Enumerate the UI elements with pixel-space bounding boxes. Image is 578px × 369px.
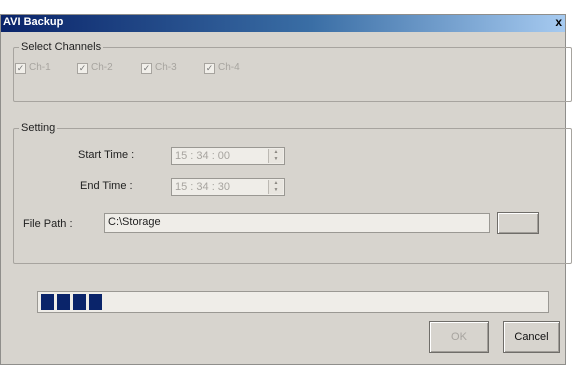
progress-fill xyxy=(41,294,102,310)
progress-segment xyxy=(89,294,102,310)
progress-segment xyxy=(41,294,54,310)
channel-label: Ch-2 xyxy=(91,62,113,73)
progress-segment xyxy=(57,294,70,310)
file-path-value: C:\Storage xyxy=(108,216,161,228)
ok-button[interactable]: OK xyxy=(429,321,489,353)
browse-button[interactable] xyxy=(497,212,539,234)
channel-ch2-checkbox[interactable]: ✓ Ch-2 xyxy=(77,62,113,74)
checkmark-icon: ✓ xyxy=(15,63,26,74)
channel-ch4-checkbox[interactable]: ✓ Ch-4 xyxy=(204,62,240,74)
close-button[interactable]: x xyxy=(555,15,562,29)
channel-label: Ch-1 xyxy=(29,62,51,73)
spin-updown-icon[interactable]: ▲ ▼ xyxy=(268,180,283,194)
file-path-input[interactable]: C:\Storage xyxy=(104,213,490,233)
start-time-input[interactable]: 15 : 34 : 00 ▲ ▼ xyxy=(171,147,285,165)
checkmark-icon: ✓ xyxy=(204,63,215,74)
end-time-label: End Time : xyxy=(80,180,133,192)
spin-updown-icon[interactable]: ▲ ▼ xyxy=(268,149,283,163)
file-path-label: File Path : xyxy=(23,218,73,230)
channel-label: Ch-3 xyxy=(155,62,177,73)
select-channels-group xyxy=(13,47,572,102)
checkmark-icon: ✓ xyxy=(77,63,88,74)
select-channels-legend: Select Channels xyxy=(19,41,104,53)
title-bar[interactable]: AVI Backup x xyxy=(1,15,565,32)
setting-legend: Setting xyxy=(19,122,58,134)
cancel-button[interactable]: Cancel xyxy=(503,321,560,353)
end-time-input[interactable]: 15 : 34 : 30 ▲ ▼ xyxy=(171,178,285,196)
start-time-label: Start Time : xyxy=(78,149,135,161)
channel-label: Ch-4 xyxy=(218,62,240,73)
backup-progress-bar xyxy=(37,291,549,313)
window-title: AVI Backup xyxy=(3,16,64,28)
start-time-value: 15 : 34 : 00 xyxy=(175,150,231,162)
checkmark-icon: ✓ xyxy=(141,63,152,74)
progress-segment xyxy=(73,294,86,310)
avi-backup-dialog: AVI Backup x Select Channels ✓ Ch-1 ✓ Ch-2… xyxy=(0,14,572,365)
channel-ch3-checkbox[interactable]: ✓ Ch-3 xyxy=(141,62,177,74)
end-time-value: 15 : 34 : 30 xyxy=(175,181,231,193)
channel-ch1-checkbox[interactable]: ✓ Ch-1 xyxy=(15,62,51,74)
